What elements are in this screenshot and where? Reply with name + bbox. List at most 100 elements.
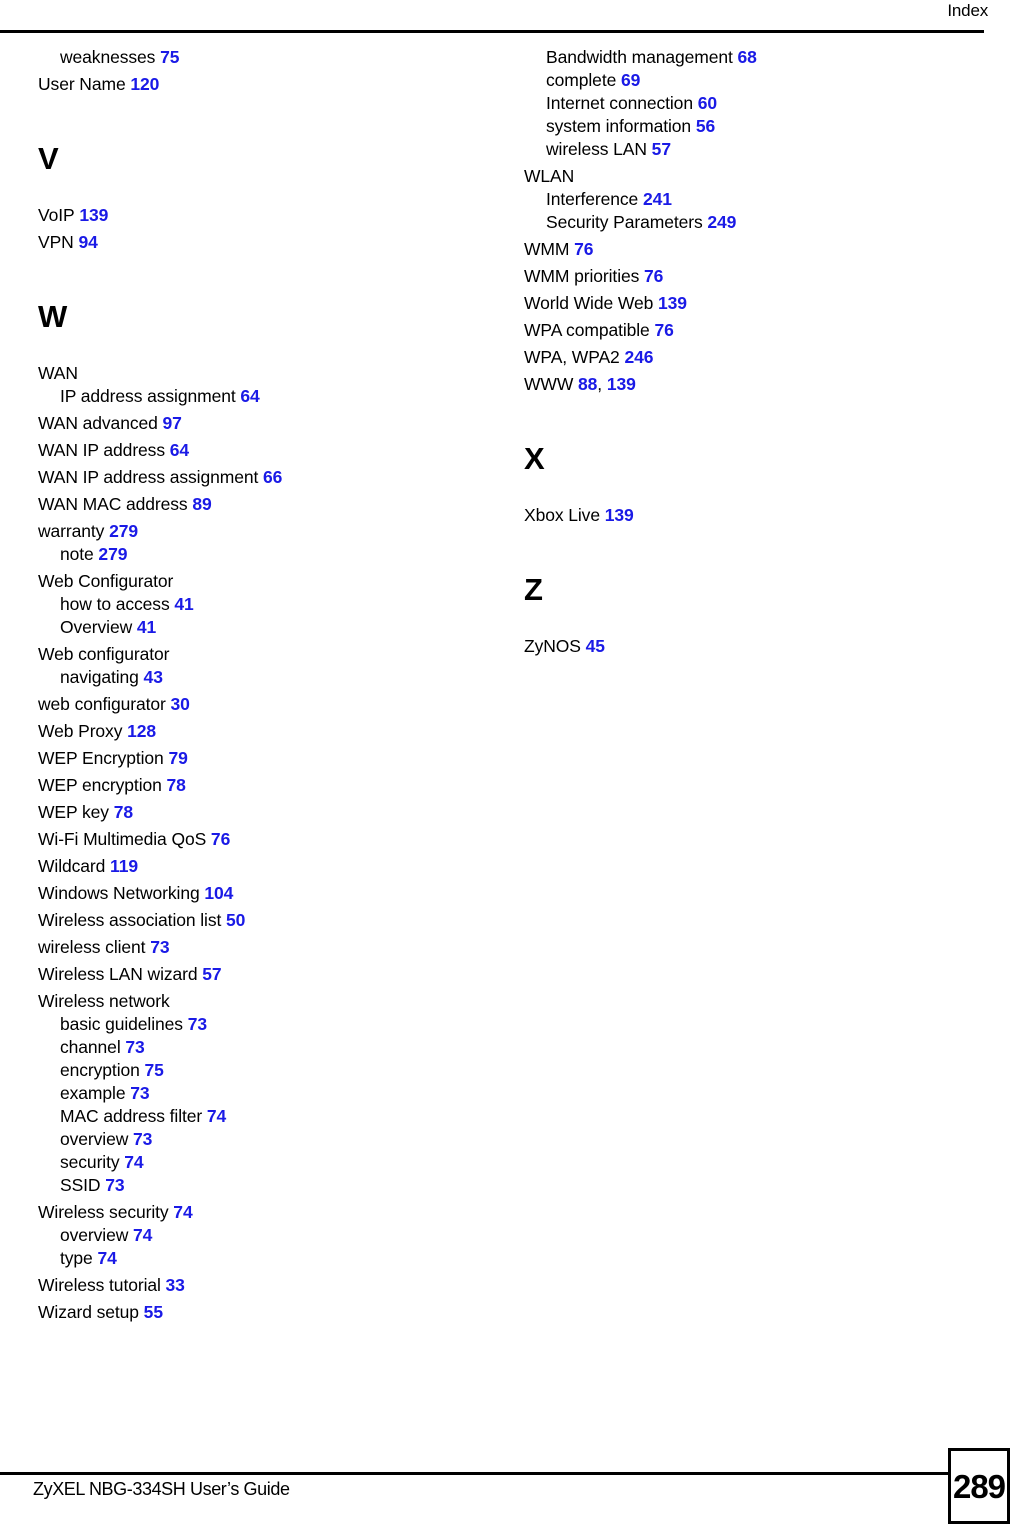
- index-entry[interactable]: Wireless security 74: [38, 1201, 468, 1224]
- index-subentry[interactable]: channel 73: [60, 1036, 468, 1059]
- index-entry[interactable]: Wireless network: [38, 990, 468, 1013]
- page-reference[interactable]: 88: [573, 374, 597, 394]
- index-subentry[interactable]: overview 74: [60, 1224, 468, 1247]
- index-entry[interactable]: Web Proxy 128: [38, 720, 468, 743]
- index-entry[interactable]: WMM 76: [524, 238, 954, 261]
- index-subentry[interactable]: MAC address filter 74: [60, 1105, 468, 1128]
- index-subentry[interactable]: how to access 41: [60, 593, 468, 616]
- index-subentry[interactable]: wireless LAN 57: [546, 138, 954, 161]
- page-reference[interactable]: 57: [647, 139, 671, 159]
- page-reference[interactable]: 75: [155, 47, 179, 67]
- page-reference[interactable]: 97: [158, 413, 182, 433]
- index-entry[interactable]: WAN IP address 64: [38, 439, 468, 462]
- index-entry[interactable]: World Wide Web 139: [524, 292, 954, 315]
- page-reference[interactable]: 41: [170, 594, 193, 614]
- page-reference[interactable]: 104: [200, 883, 233, 903]
- page-reference[interactable]: 139: [602, 374, 636, 394]
- page-reference[interactable]: 60: [693, 93, 717, 113]
- index-entry[interactable]: ZyNOS 45: [524, 635, 954, 658]
- page-reference[interactable]: 139: [653, 293, 687, 313]
- page-reference[interactable]: 73: [145, 937, 169, 957]
- index-subentry[interactable]: Internet connection 60: [546, 92, 954, 115]
- index-entry[interactable]: Web configurator: [38, 643, 468, 666]
- index-subentry[interactable]: overview 73: [60, 1128, 468, 1151]
- page-reference[interactable]: 73: [121, 1037, 144, 1057]
- index-entry[interactable]: Wireless tutorial 33: [38, 1274, 468, 1297]
- index-entry[interactable]: WAN: [38, 362, 468, 385]
- page-reference[interactable]: 74: [93, 1248, 116, 1268]
- page-reference[interactable]: 249: [703, 212, 736, 232]
- page-reference[interactable]: 73: [183, 1014, 207, 1034]
- page-reference[interactable]: 41: [132, 617, 156, 637]
- page-reference[interactable]: 119: [105, 856, 138, 876]
- index-entry[interactable]: WEP encryption 78: [38, 774, 468, 797]
- index-entry[interactable]: User Name 120: [38, 73, 468, 96]
- index-entry[interactable]: Wireless association list 50: [38, 909, 468, 932]
- page-reference[interactable]: 73: [100, 1175, 124, 1195]
- page-reference[interactable]: 139: [75, 205, 108, 225]
- index-subentry[interactable]: Bandwidth management 68: [546, 46, 954, 69]
- index-subentry[interactable]: Overview 41: [60, 616, 468, 639]
- page-reference[interactable]: 74: [202, 1106, 226, 1126]
- page-reference[interactable]: 78: [162, 775, 186, 795]
- index-entry[interactable]: WAN MAC address 89: [38, 493, 468, 516]
- index-subentry[interactable]: type 74: [60, 1247, 468, 1270]
- page-reference[interactable]: 139: [600, 505, 634, 525]
- page-reference[interactable]: 69: [616, 70, 640, 90]
- page-reference[interactable]: 279: [94, 544, 127, 564]
- index-subentry[interactable]: basic guidelines 73: [60, 1013, 468, 1036]
- page-reference[interactable]: 56: [691, 116, 715, 136]
- page-reference[interactable]: 74: [120, 1152, 143, 1172]
- page-reference[interactable]: 57: [198, 964, 221, 984]
- page-reference[interactable]: 68: [733, 47, 756, 67]
- page-reference[interactable]: 76: [639, 266, 663, 286]
- index-subentry[interactable]: complete 69: [546, 69, 954, 92]
- page-reference[interactable]: 76: [569, 239, 593, 259]
- index-entry[interactable]: wireless client 73: [38, 936, 468, 959]
- index-subentry[interactable]: IP address assignment 64: [60, 385, 468, 408]
- page-reference[interactable]: 79: [164, 748, 187, 768]
- page-reference[interactable]: 33: [161, 1275, 185, 1295]
- page-reference[interactable]: 73: [125, 1083, 149, 1103]
- index-entry[interactable]: WEP Encryption 79: [38, 747, 468, 770]
- index-entry[interactable]: WWW 88, 139: [524, 373, 954, 396]
- index-entry[interactable]: VoIP 139: [38, 204, 468, 227]
- index-subentry[interactable]: Interference 241: [546, 188, 954, 211]
- index-entry[interactable]: Wizard setup 55: [38, 1301, 468, 1324]
- page-reference[interactable]: 64: [165, 440, 189, 460]
- index-entry[interactable]: web configurator 30: [38, 693, 468, 716]
- index-entry[interactable]: WMM priorities 76: [524, 265, 954, 288]
- index-entry[interactable]: WEP key 78: [38, 801, 468, 824]
- index-entry[interactable]: Wireless LAN wizard 57: [38, 963, 468, 986]
- page-reference[interactable]: 50: [221, 910, 245, 930]
- page-reference[interactable]: 76: [650, 320, 673, 340]
- index-subentry[interactable]: security 74: [60, 1151, 468, 1174]
- index-entry[interactable]: Web Configurator: [38, 570, 468, 593]
- page-reference[interactable]: 89: [188, 494, 211, 514]
- index-subentry[interactable]: navigating 43: [60, 666, 468, 689]
- index-subentry[interactable]: note 279: [60, 543, 468, 566]
- index-entry[interactable]: WAN IP address assignment 66: [38, 466, 468, 489]
- index-entry[interactable]: warranty 279: [38, 520, 468, 543]
- index-subentry[interactable]: Security Parameters 249: [546, 211, 954, 234]
- page-reference[interactable]: 94: [74, 232, 97, 252]
- page-reference[interactable]: 74: [169, 1202, 192, 1222]
- index-subentry[interactable]: system information 56: [546, 115, 954, 138]
- page-reference[interactable]: 45: [581, 636, 605, 656]
- index-subentry[interactable]: encryption 75: [60, 1059, 468, 1082]
- page-reference[interactable]: 128: [122, 721, 156, 741]
- page-reference[interactable]: 75: [140, 1060, 164, 1080]
- index-entry[interactable]: WPA, WPA2 246: [524, 346, 954, 369]
- page-reference[interactable]: 241: [638, 189, 672, 209]
- page-reference[interactable]: 246: [620, 347, 653, 367]
- page-reference[interactable]: 78: [109, 802, 133, 822]
- index-entry[interactable]: WLAN: [524, 165, 954, 188]
- page-reference[interactable]: 64: [236, 386, 259, 406]
- index-entry[interactable]: Wildcard 119: [38, 855, 468, 878]
- index-entry[interactable]: Xbox Live 139: [524, 504, 954, 527]
- index-subentry[interactable]: example 73: [60, 1082, 468, 1105]
- page-reference[interactable]: 30: [166, 694, 190, 714]
- page-reference[interactable]: 43: [139, 667, 163, 687]
- page-reference[interactable]: 55: [139, 1302, 163, 1322]
- page-reference[interactable]: 73: [128, 1129, 152, 1149]
